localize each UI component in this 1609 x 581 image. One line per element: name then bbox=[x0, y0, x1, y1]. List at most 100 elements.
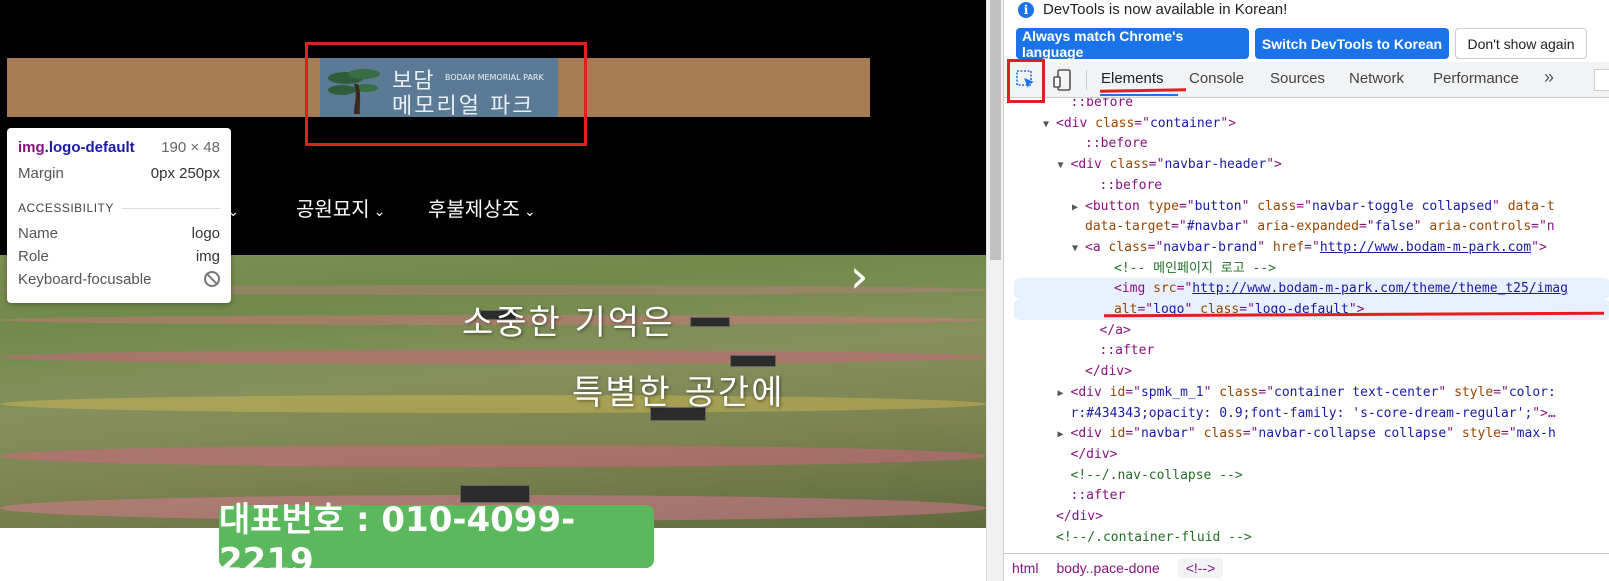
dom-token-val: spmk_m_1 bbox=[1140, 384, 1204, 400]
nav-item-cemetery[interactable]: 공원묘지 ⌄ bbox=[296, 193, 385, 222]
dom-pseudo-element: ::before bbox=[1099, 177, 1163, 193]
dom-token-tag: =" bbox=[1493, 384, 1509, 400]
elements-dom-tree[interactable]: ::before ▼ <div class="container">::before… bbox=[1004, 98, 1609, 553]
scrollbar-thumb[interactable] bbox=[990, 0, 1001, 260]
slider-next-arrow-icon[interactable]: › bbox=[850, 255, 868, 303]
tooltip-row-label: Keyboard-focusable bbox=[18, 271, 152, 288]
dom-token-tag: =" bbox=[1125, 426, 1141, 442]
dom-token-attr: src bbox=[1153, 281, 1177, 297]
dom-token-attr: id bbox=[1109, 384, 1126, 400]
dom-token-attr: class bbox=[1257, 198, 1297, 214]
dom-token-tag: </a> bbox=[1099, 322, 1131, 338]
tooltip-accessibility-heading: ACCESSIBILITY bbox=[18, 201, 220, 215]
dom-token-attr: type bbox=[1147, 198, 1179, 214]
dom-token-attr: class bbox=[1203, 426, 1243, 442]
dom-token-cmt: <!--/.container-fluid --> bbox=[1056, 529, 1252, 545]
expand-triangle-icon[interactable]: ▼ bbox=[1072, 238, 1085, 259]
dom-token-val: false bbox=[1374, 219, 1414, 235]
dom-token-val: button bbox=[1194, 198, 1242, 214]
tab-console[interactable]: Console bbox=[1189, 70, 1244, 87]
collapse-triangle-icon[interactable]: ▶ bbox=[1058, 383, 1071, 404]
dom-token-val: color: bbox=[1508, 384, 1556, 400]
dom-token-tag: =" bbox=[1258, 384, 1275, 400]
dom-token-attr: data-t bbox=[1507, 198, 1555, 214]
tooltip-role-row: Role img bbox=[18, 248, 220, 265]
dom-pseudo-element: ::after bbox=[1070, 488, 1126, 504]
tab-sources[interactable]: Sources bbox=[1270, 70, 1325, 87]
dom-token-val: navbar bbox=[1140, 426, 1188, 442]
dom-token-attr: aria-controls bbox=[1429, 219, 1532, 235]
dom-token-link[interactable]: http://www.bodam-m-park.com bbox=[1320, 240, 1531, 255]
inspect-tooltip: img.logo-default 190 × 48 Margin 0px 250… bbox=[7, 128, 231, 303]
collapse-triangle-icon[interactable]: ▶ bbox=[1072, 197, 1085, 218]
dom-token-tag: =" bbox=[1171, 219, 1187, 235]
dom-token-tag: <div bbox=[1070, 157, 1110, 173]
dom-token-tag: </div> bbox=[1070, 446, 1118, 462]
website-viewport: 보담 BODAM MEMORIAL PARK 메모리얼 파크 상⌄ 공원묘지⌄ … bbox=[0, 0, 986, 581]
dom-token-tag: <button bbox=[1085, 198, 1148, 214]
logo-red-annotation-box bbox=[305, 42, 587, 146]
dom-token-tag: =" bbox=[1176, 281, 1193, 297]
dom-token-tag: ="n bbox=[1531, 219, 1555, 235]
dom-token-val: navbar-header bbox=[1164, 157, 1267, 173]
dom-token-tag: =" bbox=[1304, 239, 1320, 255]
dom-token-link[interactable]: http://www.bodam-m-park.com/theme/theme_… bbox=[1192, 281, 1568, 296]
device-toolbar-icon[interactable] bbox=[1052, 68, 1074, 92]
expand-triangle-icon[interactable]: ▼ bbox=[1058, 155, 1071, 176]
tooltip-margin-row: Margin 0px 250px bbox=[18, 165, 220, 182]
tooltip-header: img.logo-default 190 × 48 bbox=[18, 139, 220, 156]
dom-token-attr: class bbox=[1095, 115, 1135, 131]
dom-token-tag: =" bbox=[1242, 426, 1259, 442]
infobar-message: DevTools is now available in Korean! bbox=[1043, 1, 1288, 18]
dom-token-tag: "> bbox=[1531, 239, 1547, 255]
tooltip-name-row: Name logo bbox=[18, 225, 220, 242]
dont-show-again-button[interactable]: Don't show again bbox=[1455, 28, 1587, 59]
always-match-language-button[interactable]: Always match Chrome's language bbox=[1016, 28, 1249, 60]
collapse-triangle-icon[interactable]: ▶ bbox=[1058, 424, 1071, 445]
dom-token-tag: </div> bbox=[1056, 509, 1103, 524]
info-icon: i bbox=[1018, 2, 1034, 18]
dom-token-val: navbar-brand bbox=[1163, 239, 1258, 255]
phone-number-button[interactable]: 대표번호 : 010-4099-2219 bbox=[219, 500, 654, 581]
tab-elements[interactable]: Elements bbox=[1101, 70, 1164, 87]
flower-row bbox=[0, 350, 986, 364]
tooltip-margin-value: 0px 250px bbox=[150, 165, 220, 182]
dom-token-tag: "> bbox=[1266, 157, 1282, 173]
dom-token-tag: <a bbox=[1085, 239, 1109, 255]
dom-pseudo-element: ::before bbox=[1085, 136, 1148, 152]
dom-token-tag: <div bbox=[1070, 384, 1110, 400]
inspect-element-icon[interactable] bbox=[1014, 68, 1038, 92]
page-scrollbar[interactable] bbox=[986, 0, 1003, 581]
dom-token-attr: style bbox=[1454, 384, 1494, 400]
nav-item-funeral-service[interactable]: 후불제상조 ⌄ bbox=[428, 193, 536, 222]
flower-row bbox=[0, 395, 986, 413]
dom-token-tag: " bbox=[1492, 198, 1508, 214]
dom-token-val: container text-center bbox=[1274, 384, 1439, 400]
toolbar-overflow-control[interactable] bbox=[1594, 69, 1609, 91]
dom-token-val: r:#434343;opacity: 0.9;font-family: 's-c… bbox=[1070, 405, 1533, 421]
hero-text-line1: 소중한 기억은 bbox=[462, 303, 675, 343]
breadcrumb-body[interactable]: body..pace-done bbox=[1056, 560, 1159, 576]
active-tab-indicator bbox=[1100, 94, 1178, 96]
dom-token-cmt: <!-- 메인페이지 로고 --> bbox=[1114, 260, 1276, 276]
nav-item-label: 후불제상조 bbox=[428, 197, 520, 221]
dom-token-tag: </div> bbox=[1085, 364, 1132, 380]
toolbar-separator bbox=[1086, 70, 1087, 90]
tooltip-row-value: img bbox=[195, 248, 220, 265]
breadcrumb-html[interactable]: html bbox=[1012, 560, 1038, 576]
tooltip-dimensions: 190 × 48 bbox=[161, 139, 220, 156]
chevron-down-icon: ⌄ bbox=[373, 204, 386, 220]
switch-to-korean-button[interactable]: Switch DevTools to Korean bbox=[1255, 28, 1449, 59]
dom-token-attr: data-target bbox=[1085, 219, 1172, 235]
tab-performance[interactable]: Performance bbox=[1433, 70, 1519, 87]
breadcrumb-comment[interactable]: <!--> bbox=[1177, 557, 1224, 578]
dom-node-selected[interactable]: <img src="http://www.bodam-m-park.com/th… bbox=[1014, 278, 1609, 300]
dom-token-tag: <img bbox=[1114, 281, 1154, 297]
dom-token-tag: " bbox=[1257, 239, 1273, 255]
expand-triangle-icon[interactable]: ▼ bbox=[1043, 114, 1056, 135]
tab-network[interactable]: Network bbox=[1349, 70, 1404, 87]
more-tabs-icon[interactable]: » bbox=[1544, 67, 1554, 88]
tab-red-annotation-underline bbox=[1099, 88, 1187, 93]
dom-token-val: navbar-toggle collapsed bbox=[1312, 198, 1493, 214]
tooltip-row-label: Role bbox=[18, 248, 49, 265]
